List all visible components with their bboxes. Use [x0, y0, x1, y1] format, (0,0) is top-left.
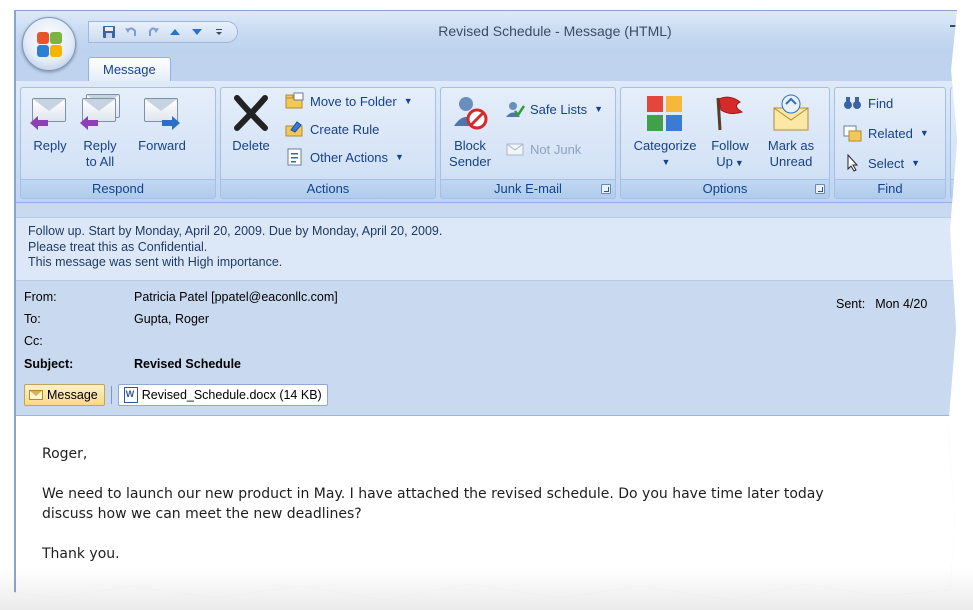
group-label-options: Options — [621, 179, 829, 198]
create-rule-icon — [285, 120, 305, 138]
header-cc: Cc: — [24, 331, 134, 351]
body-paragraph-line-1: We need to launch our new product in May… — [42, 486, 824, 502]
delete-x-icon — [231, 94, 271, 132]
title-bar: Revised Schedule - Message (HTML) — [16, 11, 958, 53]
categorize-button[interactable]: Categorize ▼ — [627, 94, 703, 170]
folder-move-icon — [285, 92, 305, 110]
screenshot-frame: Revised Schedule - Message (HTML) Messag… — [0, 0, 958, 600]
group-label-find: Find — [835, 179, 945, 198]
minimize-button[interactable] — [950, 25, 958, 27]
reply-all-button[interactable]: Reply to All — [77, 94, 123, 170]
attachments-bar: Message Revised_Schedule.docx (14 KB) — [24, 383, 328, 407]
header-sent: Sent: Mon 4/20 — [836, 297, 927, 311]
header-to: To: Gupta, Roger — [24, 309, 209, 329]
subject-label: Subject: — [24, 357, 74, 371]
from-value[interactable]: Patricia Patel [ppatel@eaconllc.com] — [134, 290, 338, 304]
block-sender-button[interactable]: Block Sender — [445, 94, 495, 170]
to-value[interactable]: Gupta, Roger — [134, 312, 209, 326]
word-document-icon — [123, 387, 138, 403]
envelope-icon — [29, 390, 43, 400]
to-label: To: — [24, 312, 41, 326]
ribbon: Reply Reply to All Forward Respond Delet… — [16, 81, 958, 203]
related-messages-icon — [843, 124, 863, 142]
categorize-icon — [645, 94, 685, 132]
infobar-sensitivity: Please treat this as Confidential. — [28, 239, 208, 254]
delete-button[interactable]: Delete — [227, 94, 275, 154]
related-button[interactable]: Related ▼ — [843, 122, 929, 144]
group-label-respond: Respond — [21, 179, 215, 198]
ribbon-tab-row: Message — [16, 53, 958, 81]
reply-all-icon — [80, 94, 120, 132]
cursor-arrow-icon — [843, 153, 863, 172]
sent-label: Sent: — [836, 297, 866, 311]
forward-icon — [142, 94, 182, 132]
select-button[interactable]: Select ▼ — [843, 152, 920, 174]
mark-as-unread-button[interactable]: Mark as Unread — [761, 94, 821, 170]
red-flag-icon — [710, 94, 750, 132]
group-options: Categorize ▼ Follow Up ▼ Mark as Unread O… — [620, 87, 830, 199]
group-truncated — [950, 87, 958, 199]
group-actions: Delete Move to Folder ▼ Create Rule Other… — [220, 87, 436, 199]
message-headers: From: Patricia Patel [ppatel@eaconllc.co… — [16, 283, 958, 375]
attachment-file[interactable]: Revised_Schedule.docx (14 KB) — [117, 384, 328, 406]
not-junk-button[interactable]: Not Junk — [505, 138, 581, 160]
follow-up-button[interactable]: Follow Up ▼ — [707, 94, 753, 171]
message-infobar[interactable]: Follow up. Start by Monday, April 20, 20… — [16, 217, 958, 281]
sent-value: Mon 4/20 — [875, 297, 928, 311]
tab-message[interactable]: Message — [88, 57, 171, 81]
office-logo-icon — [37, 32, 63, 58]
infobar-follow-up: Follow up. Start by Monday, April 20, 20… — [28, 224, 443, 238]
other-actions-button[interactable]: Other Actions ▼ — [285, 146, 404, 168]
header-from: From: Patricia Patel [ppatel@eaconllc.co… — [24, 287, 338, 307]
cc-label: Cc: — [24, 334, 43, 348]
safe-lists-button[interactable]: Safe Lists ▼ — [505, 98, 603, 120]
window-title: Revised Schedule - Message (HTML) — [438, 23, 672, 39]
other-actions-icon — [285, 148, 305, 166]
group-find: Find Related ▼ Select ▼ Find — [834, 87, 946, 199]
infobar-importance: This message was sent with High importan… — [28, 255, 283, 269]
safe-lists-icon — [505, 100, 526, 118]
header-subject: Subject: Revised Schedule — [24, 354, 241, 374]
find-button[interactable]: Find — [843, 92, 893, 114]
message-body[interactable]: Roger, We need to launch our new product… — [16, 415, 958, 600]
move-to-folder-button[interactable]: Move to Folder ▼ — [285, 90, 413, 112]
forward-button[interactable]: Forward — [131, 94, 193, 154]
group-label-actions: Actions — [221, 179, 435, 198]
body-closing: Thank you. — [42, 546, 120, 562]
reply-icon — [30, 94, 70, 132]
not-junk-icon — [505, 140, 525, 158]
create-rule-button[interactable]: Create Rule — [285, 118, 379, 140]
body-paragraph-line-2: discuss how we can meet the new deadline… — [42, 506, 362, 522]
group-respond: Reply Reply to All Forward Respond — [20, 87, 216, 199]
group-label-junk-email: Junk E-mail — [441, 179, 615, 198]
from-label: From: — [24, 290, 57, 304]
group-junk-email: Block Sender Safe Lists ▼ Not Junk Junk E… — [440, 87, 616, 199]
message-view-button[interactable]: Message — [24, 384, 105, 406]
binoculars-icon — [843, 94, 863, 112]
subject-value: Revised Schedule — [134, 357, 241, 371]
options-dialog-launcher[interactable] — [815, 184, 825, 194]
reply-button[interactable]: Reply — [27, 94, 73, 154]
junk-email-dialog-launcher[interactable] — [601, 184, 611, 194]
attachment-separator — [110, 386, 112, 404]
office-button[interactable] — [22, 17, 76, 71]
body-greeting: Roger, — [42, 446, 88, 462]
mark-unread-icon — [771, 94, 811, 132]
block-sender-icon — [450, 94, 490, 132]
message-window: Revised Schedule - Message (HTML) Messag… — [14, 10, 958, 600]
